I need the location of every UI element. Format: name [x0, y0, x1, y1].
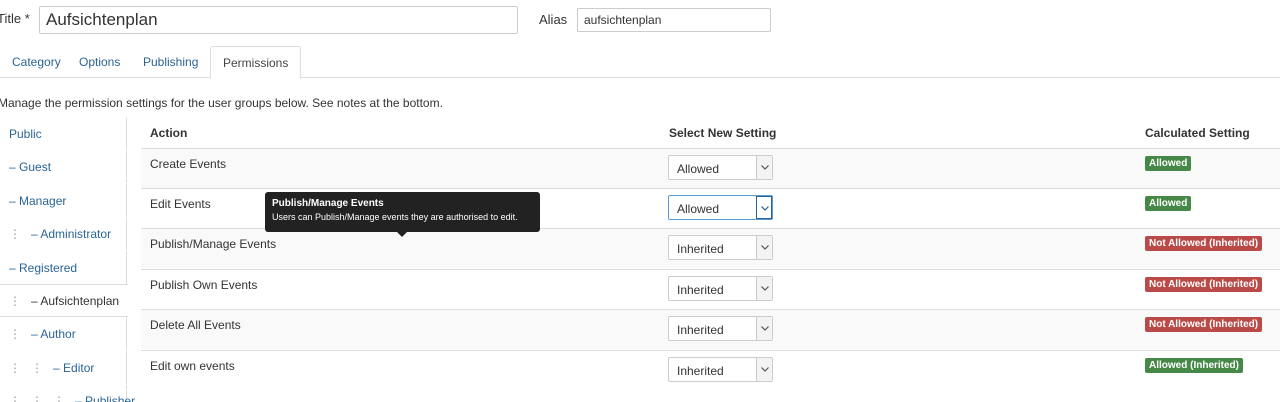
group-label: Guest [19, 160, 52, 174]
group-prefix: – [9, 261, 20, 275]
action-label: Publish Own Events [150, 278, 258, 292]
group-label: Manager [19, 194, 67, 208]
table-row: Publish/Manage Events Inherited Not Allo… [141, 228, 1280, 268]
calculated-badge: Allowed [1145, 196, 1192, 211]
permissions-intro: Manage the permission settings for the u… [0, 96, 443, 110]
setting-value: Inherited [677, 242, 724, 256]
group-item-registered[interactable]: – Registered [0, 252, 127, 285]
group-item-author[interactable]: ⋮ – Author [0, 318, 127, 351]
chevron-down-icon [756, 358, 772, 381]
header-select-new-setting: Select New Setting [669, 126, 777, 140]
user-group-list: Public – Guest – Manager ⋮ – Administrat… [0, 118, 135, 402]
group-prefix: – [75, 394, 86, 402]
table-row: Delete All Events Inherited Not Allowed … [141, 309, 1280, 349]
group-prefix: – [53, 361, 64, 375]
group-prefix: – [9, 194, 20, 208]
chevron-down-icon [756, 277, 772, 300]
setting-value: Inherited [677, 323, 724, 337]
action-tooltip: Publish/Manage Events Users can Publish/… [265, 192, 540, 237]
setting-select[interactable]: Inherited [668, 357, 773, 382]
setting-value: Inherited [677, 364, 724, 378]
action-label: Edit own events [150, 359, 235, 373]
group-item-manager[interactable]: – Manager [0, 185, 127, 218]
action-label: Publish/Manage Events [150, 237, 277, 251]
calculated-badge: Allowed [1145, 156, 1192, 171]
calculated-badge: Not Allowed (Inherited) [1145, 236, 1263, 251]
setting-select[interactable]: Allowed [668, 155, 773, 180]
setting-value: Allowed [677, 162, 720, 176]
header-calculated-setting: Calculated Setting [1145, 126, 1250, 140]
chevron-down-icon [756, 196, 772, 219]
tree-indent-icon: ⋮ [9, 227, 32, 241]
group-label: Publisher [85, 394, 136, 402]
setting-value: Inherited [677, 283, 724, 297]
tab-category[interactable]: Category [0, 46, 73, 78]
group-item-public[interactable]: Public [0, 118, 127, 151]
chevron-down-icon [756, 156, 772, 179]
header-action: Action [150, 126, 188, 140]
tooltip-arrow [397, 232, 407, 237]
group-prefix: – [9, 160, 20, 174]
group-label: Public [9, 127, 42, 141]
group-item-administrator[interactable]: ⋮ – Administrator [0, 218, 127, 251]
tab-options[interactable]: Options [67, 46, 132, 78]
setting-select[interactable]: Inherited [668, 316, 773, 341]
group-item-publisher[interactable]: ⋮ ⋮ ⋮ – Publisher [0, 385, 135, 402]
table-row: Create Events Allowed Allowed [141, 148, 1280, 188]
group-prefix: – [31, 294, 41, 308]
group-prefix: – [31, 227, 41, 241]
setting-select[interactable]: Inherited [668, 276, 773, 301]
tree-indent-icon: ⋮ [9, 294, 32, 308]
group-item-guest[interactable]: – Guest [0, 151, 127, 184]
calculated-badge: Not Allowed (Inherited) [1145, 317, 1263, 332]
group-item-editor[interactable]: ⋮ ⋮ – Editor [0, 352, 127, 385]
action-label: Create Events [150, 157, 227, 171]
group-prefix: – [31, 327, 41, 341]
action-label: Delete All Events [150, 318, 241, 332]
tree-indent-icon: ⋮ ⋮ [9, 361, 54, 375]
group-label: Administrator [40, 227, 112, 241]
group-label: Editor [63, 361, 95, 375]
tree-indent-icon: ⋮ ⋮ ⋮ [9, 394, 76, 402]
setting-select[interactable]: Inherited [668, 235, 773, 260]
table-row: Edit own events Inherited Allowed (Inher… [141, 350, 1280, 390]
group-item-aufsichtenplan[interactable]: ⋮ – Aufsichtenplan [0, 284, 128, 317]
tooltip-title: Publish/Manage Events [272, 198, 384, 209]
alias-input[interactable] [577, 8, 771, 32]
tab-publishing[interactable]: Publishing [131, 46, 210, 78]
alias-label: Alias [539, 12, 568, 27]
group-label: Author [40, 327, 76, 341]
group-label: Aufsichtenplan [40, 294, 120, 308]
table-row: Publish Own Events Inherited Not Allowed… [141, 269, 1280, 309]
setting-select[interactable]: Allowed [668, 195, 773, 220]
setting-value: Allowed [677, 202, 720, 216]
tab-permissions[interactable]: Permissions [210, 46, 302, 79]
tree-indent-icon: ⋮ [9, 327, 32, 341]
group-label: Registered [19, 261, 78, 275]
title-label: Title * [0, 11, 30, 26]
tab-bar: Category Options Publishing Permissions [0, 46, 1280, 79]
chevron-down-icon [756, 317, 772, 340]
title-input[interactable] [39, 6, 518, 34]
chevron-down-icon [756, 236, 772, 259]
calculated-badge: Not Allowed (Inherited) [1145, 277, 1263, 292]
calculated-badge: Allowed (Inherited) [1145, 358, 1243, 373]
tooltip-body: Users can Publish/Manage events they are… [272, 212, 518, 222]
action-label: Edit Events [150, 197, 211, 211]
